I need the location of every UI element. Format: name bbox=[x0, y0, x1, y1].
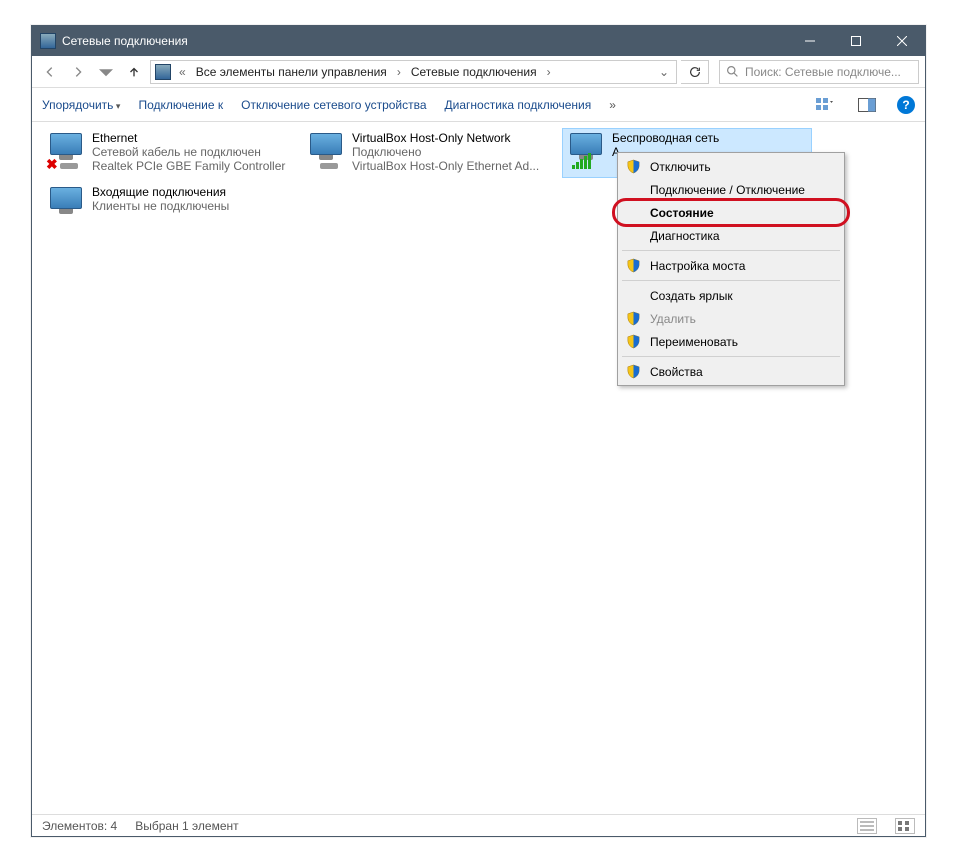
help-button[interactable]: ? bbox=[897, 96, 915, 114]
incoming-icon bbox=[46, 185, 86, 225]
window-title: Сетевые подключения bbox=[62, 34, 787, 48]
icons-view-button[interactable] bbox=[895, 818, 915, 834]
selection-count: Выбран 1 элемент bbox=[135, 819, 238, 833]
menu-disable[interactable]: Отключить bbox=[620, 155, 842, 178]
organize-menu[interactable]: Упорядочить bbox=[42, 98, 120, 112]
connection-item-incoming[interactable]: Входящие подключения Клиенты не подключе… bbox=[42, 182, 292, 232]
close-button[interactable] bbox=[879, 26, 925, 56]
wireless-icon bbox=[566, 131, 606, 171]
shield-icon bbox=[626, 159, 641, 174]
location-icon bbox=[155, 64, 171, 80]
menu-rename[interactable]: Переименовать bbox=[620, 330, 842, 353]
disable-device-button[interactable]: Отключение сетевого устройства bbox=[241, 98, 426, 112]
menu-label: Удалить bbox=[650, 312, 696, 326]
search-placeholder: Поиск: Сетевые подключе... bbox=[745, 65, 901, 79]
menu-label: Переименовать bbox=[650, 335, 738, 349]
item-name: Беспроводная сеть bbox=[612, 131, 808, 145]
item-name: Входящие подключения bbox=[92, 185, 288, 199]
app-icon bbox=[40, 33, 56, 49]
menu-status[interactable]: Состояние bbox=[620, 201, 842, 224]
address-dropdown[interactable]: ⌄ bbox=[656, 65, 672, 79]
menu-label: Подключение / Отключение bbox=[650, 183, 805, 197]
forward-button[interactable] bbox=[66, 60, 90, 84]
item-name: VirtualBox Host-Only Network bbox=[352, 131, 548, 145]
item-status: Сетевой кабель не подключен bbox=[92, 145, 288, 159]
connect-to-button[interactable]: Подключение к bbox=[138, 98, 223, 112]
item-name: Ethernet bbox=[92, 131, 288, 145]
item-status: Подключено bbox=[352, 145, 548, 159]
connection-item-ethernet[interactable]: ✖ Ethernet Сетевой кабель не подключен R… bbox=[42, 128, 292, 178]
content-area: ✖ Ethernet Сетевой кабель не подключен R… bbox=[32, 122, 925, 814]
ethernet-icon: ✖ bbox=[46, 131, 86, 171]
menu-diagnose[interactable]: Диагностика bbox=[620, 224, 842, 247]
menu-bridge[interactable]: Настройка моста bbox=[620, 254, 842, 277]
menu-label: Состояние bbox=[650, 206, 714, 220]
overflow-button[interactable]: » bbox=[609, 98, 616, 112]
item-device: VirtualBox Host-Only Ethernet Ad... bbox=[352, 159, 548, 173]
view-options-button[interactable] bbox=[813, 93, 837, 117]
menu-separator bbox=[622, 356, 840, 357]
status-bar: Элементов: 4 Выбран 1 элемент bbox=[32, 814, 925, 836]
search-box[interactable]: Поиск: Сетевые подключе... bbox=[719, 60, 919, 84]
menu-label: Отключить bbox=[650, 160, 711, 174]
navigation-bar: « Все элементы панели управления › Сетев… bbox=[32, 56, 925, 88]
menu-delete[interactable]: Удалить bbox=[620, 307, 842, 330]
context-menu: Отключить Подключение / Отключение Состо… bbox=[617, 152, 845, 386]
breadcrumb-item[interactable]: Сетевые подключения bbox=[409, 65, 539, 79]
ethernet-icon bbox=[306, 131, 346, 171]
item-device: Realtek PCIe GBE Family Controller bbox=[92, 159, 288, 173]
up-button[interactable] bbox=[122, 60, 146, 84]
preview-pane-button[interactable] bbox=[855, 93, 879, 117]
shield-icon bbox=[626, 334, 641, 349]
breadcrumb-separator: › bbox=[543, 65, 555, 79]
menu-separator bbox=[622, 250, 840, 251]
details-view-button[interactable] bbox=[857, 818, 877, 834]
menu-label: Настройка моста bbox=[650, 259, 745, 273]
item-count: Элементов: 4 bbox=[42, 819, 117, 833]
menu-label: Свойства bbox=[650, 365, 703, 379]
maximize-button[interactable] bbox=[833, 26, 879, 56]
diagnose-button[interactable]: Диагностика подключения bbox=[445, 98, 592, 112]
menu-separator bbox=[622, 280, 840, 281]
address-bar[interactable]: « Все элементы панели управления › Сетев… bbox=[150, 60, 677, 84]
breadcrumb-item[interactable]: Все элементы панели управления bbox=[194, 65, 389, 79]
refresh-button[interactable] bbox=[681, 60, 709, 84]
shield-icon bbox=[626, 258, 641, 273]
menu-label: Диагностика bbox=[650, 229, 720, 243]
connection-item-virtualbox[interactable]: VirtualBox Host-Only Network Подключено … bbox=[302, 128, 552, 178]
command-bar: Упорядочить Подключение к Отключение сет… bbox=[32, 88, 925, 122]
menu-create-shortcut[interactable]: Создать ярлык bbox=[620, 284, 842, 307]
window-frame: Сетевые подключения « Все элементы панел… bbox=[31, 25, 926, 837]
menu-properties[interactable]: Свойства bbox=[620, 360, 842, 383]
shield-icon bbox=[626, 311, 641, 326]
breadcrumb-separator: « bbox=[175, 65, 190, 79]
titlebar[interactable]: Сетевые подключения bbox=[32, 26, 925, 56]
back-button[interactable] bbox=[38, 60, 62, 84]
menu-label: Создать ярлык bbox=[650, 289, 733, 303]
search-icon bbox=[726, 65, 739, 78]
shield-icon bbox=[626, 364, 641, 379]
breadcrumb-separator: › bbox=[393, 65, 405, 79]
item-status: Клиенты не подключены bbox=[92, 199, 288, 213]
minimize-button[interactable] bbox=[787, 26, 833, 56]
menu-connect-disconnect[interactable]: Подключение / Отключение bbox=[620, 178, 842, 201]
recent-dropdown[interactable] bbox=[94, 60, 118, 84]
highlight-ring bbox=[612, 198, 850, 227]
